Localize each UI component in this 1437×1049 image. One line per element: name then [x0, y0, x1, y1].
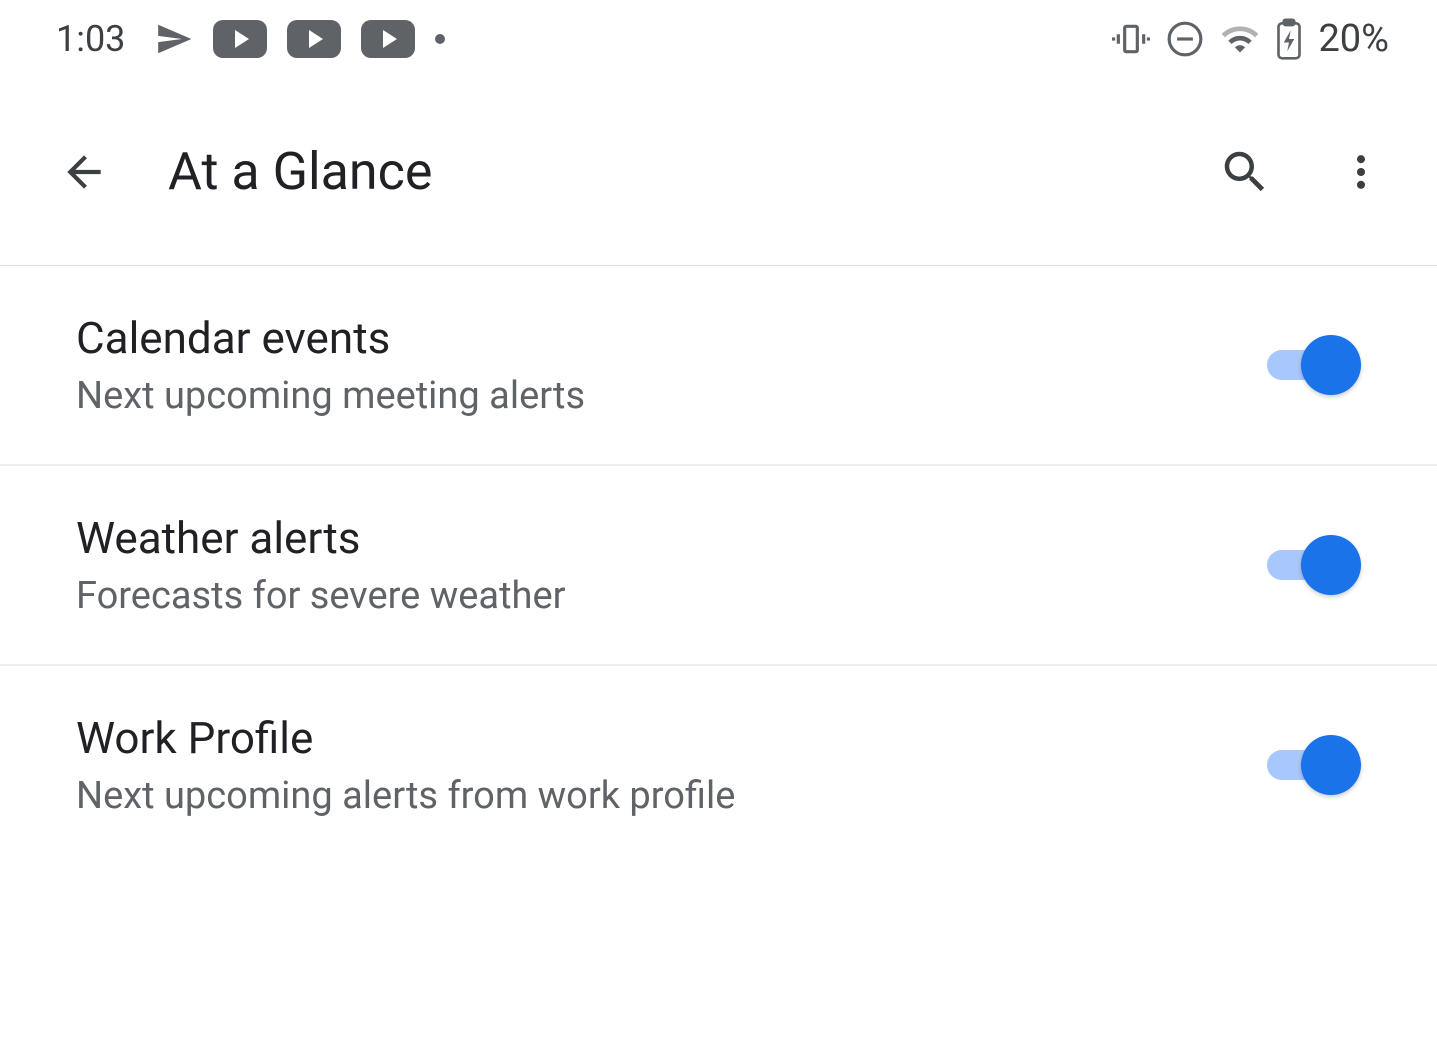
toggle-thumb [1301, 535, 1361, 595]
status-bar: 1:03 20% [0, 0, 1437, 78]
youtube-icon [361, 20, 415, 58]
status-bar-right: 20% [1112, 17, 1389, 61]
send-icon [155, 20, 193, 58]
setting-subtitle: Next upcoming meeting alerts [76, 374, 1267, 418]
setting-title: Work Profile [76, 712, 1267, 764]
vibrate-icon [1112, 20, 1150, 58]
setting-weather-alerts[interactable]: Weather alerts Forecasts for severe weat… [0, 466, 1437, 666]
setting-calendar-events[interactable]: Calendar events Next upcoming meeting al… [0, 266, 1437, 466]
setting-title: Weather alerts [76, 512, 1267, 564]
setting-title: Calendar events [76, 312, 1267, 364]
setting-text: Calendar events Next upcoming meeting al… [76, 312, 1267, 418]
setting-work-profile[interactable]: Work Profile Next upcoming alerts from w… [0, 666, 1437, 864]
page-title: At a Glance [168, 141, 1161, 202]
app-bar: At a Glance [0, 78, 1437, 266]
setting-text: Work Profile Next upcoming alerts from w… [76, 712, 1267, 818]
settings-list: Calendar events Next upcoming meeting al… [0, 266, 1437, 864]
setting-subtitle: Forecasts for severe weather [76, 574, 1267, 618]
more-notifications-icon [435, 34, 445, 44]
toggle-thumb [1301, 735, 1361, 795]
youtube-icon [213, 20, 267, 58]
wifi-icon [1220, 19, 1260, 59]
status-time: 1:03 [56, 18, 125, 60]
battery-percentage: 20% [1318, 17, 1389, 61]
battery-charging-icon [1276, 18, 1302, 60]
toggle-work-profile[interactable] [1267, 735, 1361, 795]
back-button[interactable] [56, 144, 112, 200]
setting-subtitle: Next upcoming alerts from work profile [76, 774, 1267, 818]
toggle-weather-alerts[interactable] [1267, 535, 1361, 595]
youtube-icon [287, 20, 341, 58]
setting-text: Weather alerts Forecasts for severe weat… [76, 512, 1267, 618]
app-bar-actions [1217, 144, 1389, 200]
status-bar-left: 1:03 [56, 18, 445, 60]
dnd-icon [1166, 20, 1204, 58]
toggle-calendar-events[interactable] [1267, 335, 1361, 395]
search-button[interactable] [1217, 144, 1273, 200]
overflow-menu-button[interactable] [1333, 144, 1389, 200]
toggle-thumb [1301, 335, 1361, 395]
